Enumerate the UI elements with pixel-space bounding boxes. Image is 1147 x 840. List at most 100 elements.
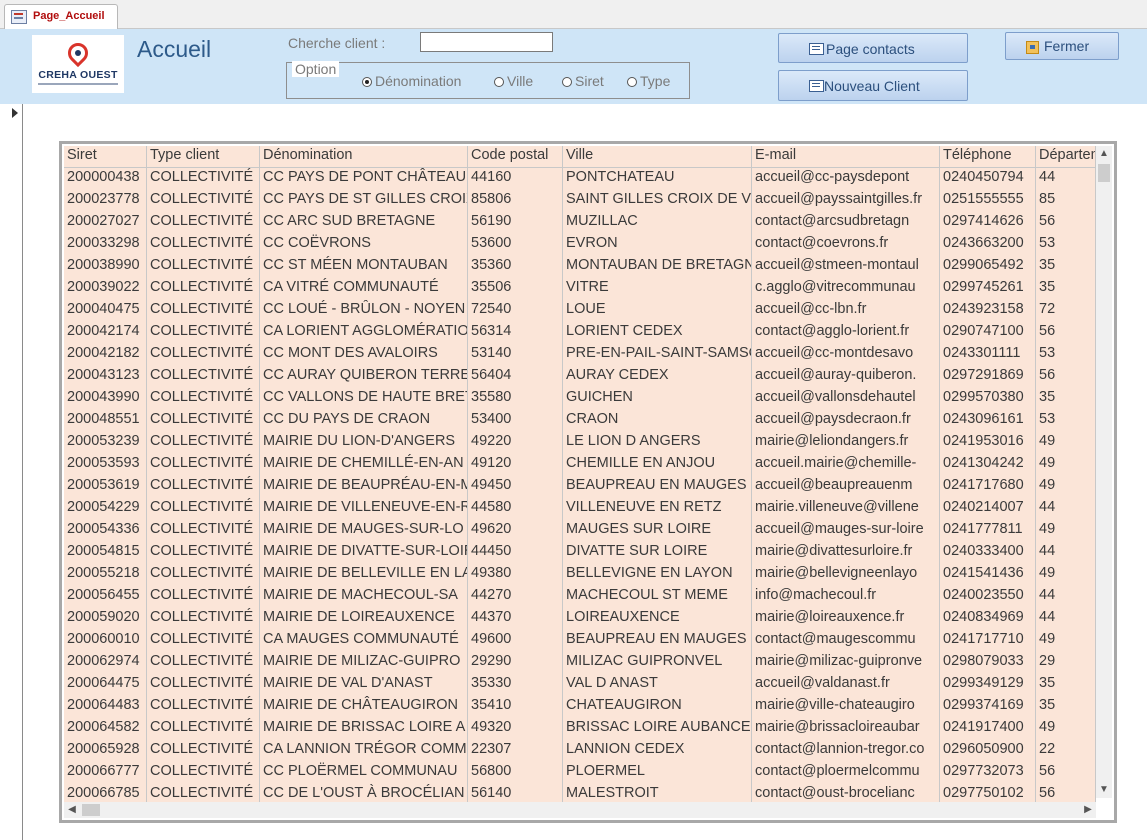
cell-departement[interactable]: 49 xyxy=(1036,630,1096,652)
cell-type-client[interactable]: COLLECTIVITÉ xyxy=(147,718,260,740)
cell-denomination[interactable]: MAIRIE DE CHÂTEAUGIRON xyxy=(260,696,468,718)
table-row[interactable]: 200043990 COLLECTIVITÉ CC VALLONS DE HAUTE… xyxy=(64,388,1096,410)
cell-type-client[interactable]: COLLECTIVITÉ xyxy=(147,476,260,498)
tab-page-accueil[interactable]: Page_Accueil xyxy=(4,4,118,29)
cell-ville[interactable]: LANNION CEDEX xyxy=(563,740,752,762)
cell-type-client[interactable]: COLLECTIVITÉ xyxy=(147,652,260,674)
cell-departement[interactable]: 53 xyxy=(1036,344,1096,366)
cell-telephone[interactable]: 0241304242 xyxy=(940,454,1036,476)
cell-code-postal[interactable]: 49220 xyxy=(468,432,563,454)
cell-type-client[interactable]: COLLECTIVITÉ xyxy=(147,256,260,278)
cell-code-postal[interactable]: 53600 xyxy=(468,234,563,256)
cell-code-postal[interactable]: 35330 xyxy=(468,674,563,696)
table-row[interactable]: 200027027 COLLECTIVITÉ CC ARC SUD BRETAGNE… xyxy=(64,212,1096,234)
scroll-up-icon[interactable]: ▲ xyxy=(1096,146,1112,162)
cell-email[interactable]: mairie@loireauxence.fr xyxy=(752,608,940,630)
cell-type-client[interactable]: COLLECTIVITÉ xyxy=(147,762,260,784)
cell-denomination[interactable]: MAIRIE DE DIVATTE-SUR-LOIR xyxy=(260,542,468,564)
cell-ville[interactable]: VITRE xyxy=(563,278,752,300)
cell-departement[interactable]: 35 xyxy=(1036,388,1096,410)
cell-siret[interactable]: 200064582 xyxy=(64,718,147,740)
cell-code-postal[interactable]: 56800 xyxy=(468,762,563,784)
cell-telephone[interactable]: 0299065492 xyxy=(940,256,1036,278)
cell-email[interactable]: contact@maugescommu xyxy=(752,630,940,652)
cell-departement[interactable]: 53 xyxy=(1036,410,1096,432)
new-client-button[interactable]: Nouveau Client xyxy=(778,70,968,101)
cell-telephone[interactable]: 0240834969 xyxy=(940,608,1036,630)
cell-ville[interactable]: BELLEVIGNE EN LAYON xyxy=(563,564,752,586)
cell-departement[interactable]: 53 xyxy=(1036,234,1096,256)
cell-code-postal[interactable]: 49380 xyxy=(468,564,563,586)
cell-departement[interactable]: 35 xyxy=(1036,696,1096,718)
cell-telephone[interactable]: 0240333400 xyxy=(940,542,1036,564)
cell-departement[interactable]: 44 xyxy=(1036,608,1096,630)
cell-email[interactable]: mairie@brissacloireaubar xyxy=(752,718,940,740)
cell-email[interactable]: mairie@bellevigneenlayo xyxy=(752,564,940,586)
cell-siret[interactable]: 200043990 xyxy=(64,388,147,410)
cell-telephone[interactable]: 0243096161 xyxy=(940,410,1036,432)
cell-email[interactable]: accueil@cc-montdesavo xyxy=(752,344,940,366)
cell-telephone[interactable]: 0297414626 xyxy=(940,212,1036,234)
cell-denomination[interactable]: CC VALLONS DE HAUTE BRET xyxy=(260,388,468,410)
cell-telephone[interactable]: 0241777811 xyxy=(940,520,1036,542)
table-row[interactable]: 200062974 COLLECTIVITÉ MAIRIE DE MILIZAC-G… xyxy=(64,652,1096,674)
cell-type-client[interactable]: COLLECTIVITÉ xyxy=(147,212,260,234)
cell-email[interactable]: accueil@auray-quiberon. xyxy=(752,366,940,388)
cell-ville[interactable]: MACHECOUL ST MEME xyxy=(563,586,752,608)
cell-departement[interactable]: 56 xyxy=(1036,212,1096,234)
radio-icon[interactable] xyxy=(494,77,504,87)
cell-denomination[interactable]: MAIRIE DE BRISSAC LOIRE A xyxy=(260,718,468,740)
cell-ville[interactable]: CHATEAUGIRON xyxy=(563,696,752,718)
cell-siret[interactable]: 200056455 xyxy=(64,586,147,608)
cell-ville[interactable]: CHEMILLE EN ANJOU xyxy=(563,454,752,476)
cell-email[interactable]: c.agglo@vitrecommunau xyxy=(752,278,940,300)
cell-departement[interactable]: 56 xyxy=(1036,322,1096,344)
table-row[interactable]: 200040475 COLLECTIVITÉ CC LOUÉ - BRÛLON - … xyxy=(64,300,1096,322)
cell-denomination[interactable]: CC ST MÉEN MONTAUBAN xyxy=(260,256,468,278)
table-row[interactable]: 200059020 COLLECTIVITÉ MAIRIE DE LOIREAUXE… xyxy=(64,608,1096,630)
cell-email[interactable]: accueil@valdanast.fr xyxy=(752,674,940,696)
cell-email[interactable]: accueil@payssaintgilles.fr xyxy=(752,190,940,212)
cell-code-postal[interactable]: 44370 xyxy=(468,608,563,630)
cell-siret[interactable]: 200064475 xyxy=(64,674,147,696)
cell-telephone[interactable]: 0299349129 xyxy=(940,674,1036,696)
cell-email[interactable]: accueil.mairie@chemille- xyxy=(752,454,940,476)
cell-telephone[interactable]: 0240214007 xyxy=(940,498,1036,520)
cell-type-client[interactable]: COLLECTIVITÉ xyxy=(147,410,260,432)
table-row[interactable]: 200043123 COLLECTIVITÉ CC AURAY QUIBERON T… xyxy=(64,366,1096,388)
cell-email[interactable]: accueil@vallonsdehautel xyxy=(752,388,940,410)
cell-departement[interactable]: 49 xyxy=(1036,432,1096,454)
cell-code-postal[interactable]: 44580 xyxy=(468,498,563,520)
cell-code-postal[interactable]: 85806 xyxy=(468,190,563,212)
cell-telephone[interactable]: 0296050900 xyxy=(940,740,1036,762)
cell-telephone[interactable]: 0241717710 xyxy=(940,630,1036,652)
cell-ville[interactable]: GUICHEN xyxy=(563,388,752,410)
cell-denomination[interactable]: CC PLOËRMEL COMMUNAU xyxy=(260,762,468,784)
cell-telephone[interactable]: 0299570380 xyxy=(940,388,1036,410)
cell-ville[interactable]: LOIREAUXENCE xyxy=(563,608,752,630)
vertical-scrollbar[interactable]: ▲ ▼ xyxy=(1096,146,1112,798)
cell-denomination[interactable]: MAIRIE DE BEAUPRÉAU-EN-M xyxy=(260,476,468,498)
table-row[interactable]: 200056455 COLLECTIVITÉ MAIRIE DE MACHECOUL… xyxy=(64,586,1096,608)
cell-denomination[interactable]: CC MONT DES AVALOIRS xyxy=(260,344,468,366)
cell-email[interactable]: accueil@cc-lbn.fr xyxy=(752,300,940,322)
column-header-denomination[interactable]: Dénomination xyxy=(260,146,468,168)
cell-ville[interactable]: VAL D ANAST xyxy=(563,674,752,696)
cell-ville[interactable]: DIVATTE SUR LOIRE xyxy=(563,542,752,564)
cell-siret[interactable]: 200000438 xyxy=(64,168,147,190)
table-row[interactable]: 200054229 COLLECTIVITÉ MAIRIE DE VILLENEUV… xyxy=(64,498,1096,520)
table-row[interactable]: 200054815 COLLECTIVITÉ MAIRIE DE DIVATTE-S… xyxy=(64,542,1096,564)
cell-email[interactable]: mairie.villeneuve@villene xyxy=(752,498,940,520)
table-row[interactable]: 200065928 COLLECTIVITÉ CA LANNION TRÉGOR C… xyxy=(64,740,1096,762)
cell-type-client[interactable]: COLLECTIVITÉ xyxy=(147,542,260,564)
cell-denomination[interactable]: MAIRIE DE MILIZAC-GUIPRO xyxy=(260,652,468,674)
cell-code-postal[interactable]: 56314 xyxy=(468,322,563,344)
cell-siret[interactable]: 200023778 xyxy=(64,190,147,212)
cell-denomination[interactable]: CC COËVRONS xyxy=(260,234,468,256)
column-header-siret[interactable]: Siret xyxy=(64,146,147,168)
cell-ville[interactable]: LE LION D ANGERS xyxy=(563,432,752,454)
cell-email[interactable]: contact@lannion-tregor.co xyxy=(752,740,940,762)
cell-telephone[interactable]: 0241953016 xyxy=(940,432,1036,454)
column-header-ville[interactable]: Ville xyxy=(563,146,752,168)
cell-code-postal[interactable]: 29290 xyxy=(468,652,563,674)
